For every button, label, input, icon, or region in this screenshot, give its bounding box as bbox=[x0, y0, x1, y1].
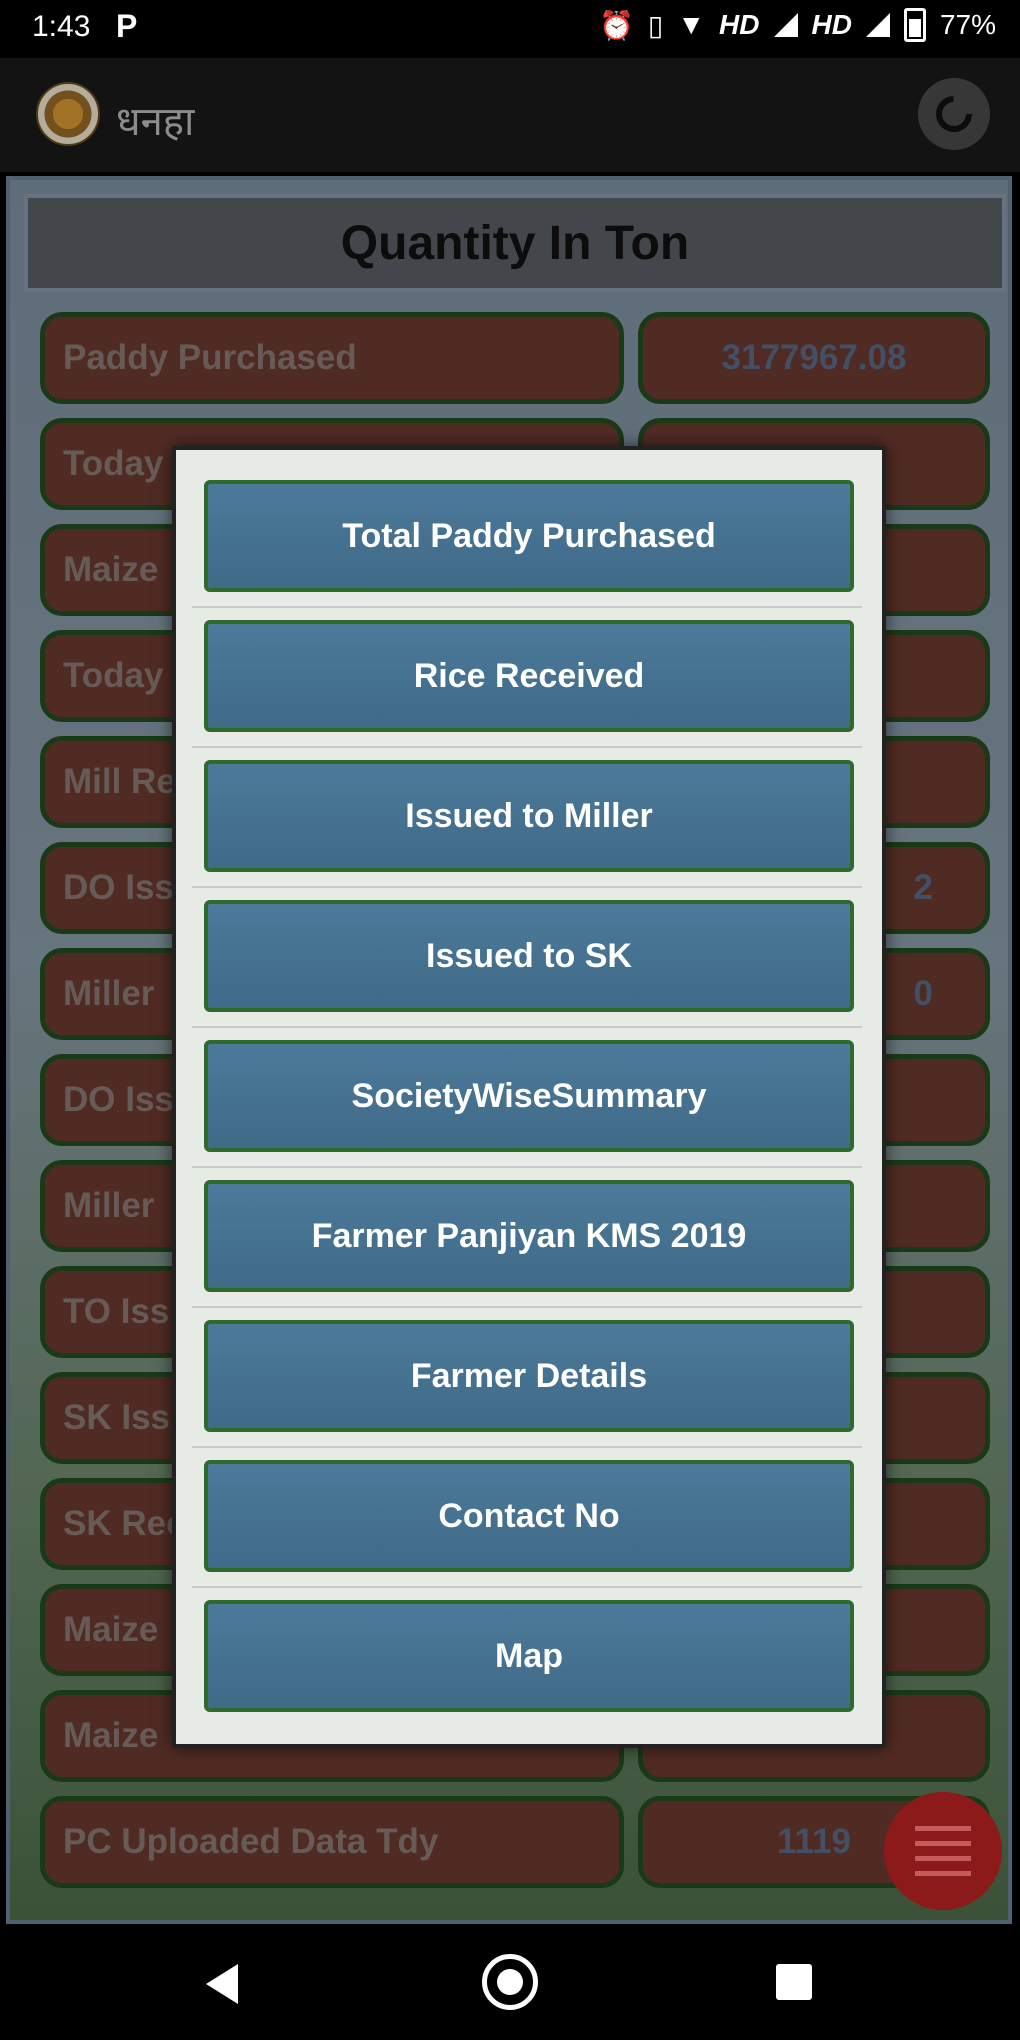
status-icons: ⏰ ▯ ▼ HD HD 77% bbox=[599, 8, 996, 42]
back-icon[interactable] bbox=[206, 1964, 238, 2004]
map-button[interactable]: Map bbox=[204, 1600, 854, 1712]
list-item: Farmer Panjiyan KMS 2019 bbox=[192, 1166, 862, 1308]
battery-percent: 77% bbox=[939, 9, 996, 40]
total-paddy-purchased-button[interactable]: Total Paddy Purchased bbox=[204, 480, 854, 592]
menu-icon-line bbox=[915, 1841, 971, 1846]
farmer-panjiyan-button[interactable]: Farmer Panjiyan KMS 2019 bbox=[204, 1180, 854, 1292]
list-item: SocietyWiseSummary bbox=[192, 1026, 862, 1168]
list-item: Map bbox=[192, 1586, 862, 1726]
home-icon[interactable] bbox=[482, 1954, 538, 2010]
parking-app-icon: P bbox=[116, 8, 138, 44]
list-item: Total Paddy Purchased bbox=[192, 466, 862, 608]
list-item: Issued to SK bbox=[192, 886, 862, 1028]
list-item: Contact No bbox=[192, 1446, 862, 1588]
network-type-2: HD bbox=[811, 9, 852, 40]
contact-no-button[interactable]: Contact No bbox=[204, 1460, 854, 1572]
status-time: 1:43 bbox=[32, 10, 91, 43]
menu-icon bbox=[915, 1826, 971, 1831]
wifi-icon: ▼ bbox=[677, 9, 706, 40]
status-bar: 1:43 P ⏰ ▯ ▼ HD HD 77% bbox=[0, 0, 1020, 58]
society-wise-summary-button[interactable]: SocietyWiseSummary bbox=[204, 1040, 854, 1152]
network-type-1: HD bbox=[719, 9, 760, 40]
list-item: Farmer Details bbox=[192, 1306, 862, 1448]
list-item: Issued to Miller bbox=[192, 746, 862, 888]
issued-to-miller-button[interactable]: Issued to Miller bbox=[204, 760, 854, 872]
menu-dialog: Total Paddy Purchased Rice Received Issu… bbox=[172, 446, 886, 1748]
vibrate-icon: ▯ bbox=[647, 9, 664, 41]
signal-icon bbox=[773, 13, 798, 37]
system-nav-bar bbox=[0, 1924, 1020, 2040]
alarm-icon: ⏰ bbox=[599, 9, 634, 41]
recents-icon[interactable] bbox=[776, 1964, 812, 2000]
battery-icon bbox=[903, 8, 926, 42]
issued-to-sk-button[interactable]: Issued to SK bbox=[204, 900, 854, 1012]
menu-fab-button[interactable] bbox=[884, 1792, 1002, 1910]
list-item: Rice Received bbox=[192, 606, 862, 748]
menu-icon-line bbox=[915, 1856, 971, 1861]
menu-icon-line bbox=[915, 1871, 971, 1876]
rice-received-button[interactable]: Rice Received bbox=[204, 620, 854, 732]
farmer-details-button[interactable]: Farmer Details bbox=[204, 1320, 854, 1432]
signal-icon-2 bbox=[865, 13, 890, 37]
